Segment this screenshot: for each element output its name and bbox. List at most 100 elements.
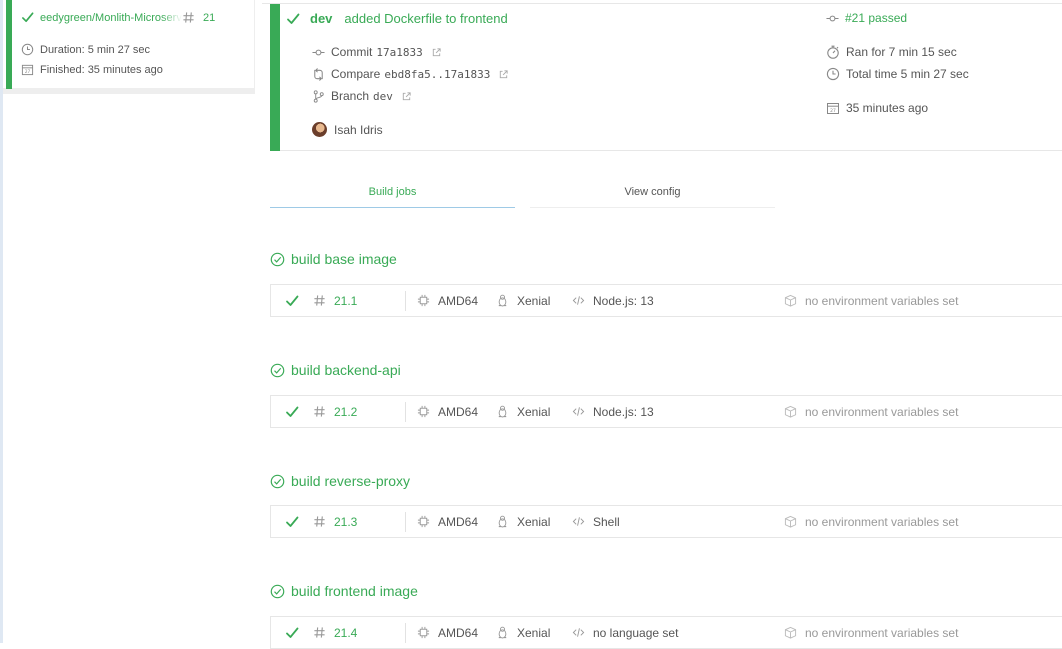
author-name: Isah Idris	[334, 122, 383, 137]
sidebar-duration-text: Duration: 5 min 27 sec	[40, 43, 151, 56]
stage-title: build backend-api	[270, 362, 401, 378]
check-icon	[285, 617, 299, 648]
code-icon	[572, 626, 585, 639]
job-arch-text: AMD64	[438, 625, 479, 640]
build-status[interactable]: #21 passed	[826, 11, 907, 25]
job-row[interactable]: 21.1 AMD64 Xenial Node.js: 13 no environ…	[270, 284, 1062, 317]
job-os-text: Xenial	[517, 293, 551, 308]
code-icon	[572, 405, 585, 418]
sidebar-build-card[interactable]: eedygreen/Monlith-Microservices 21 Durat…	[3, 0, 255, 94]
job-arch-text: AMD64	[438, 514, 479, 529]
linux-icon	[496, 515, 509, 528]
chip-icon	[417, 626, 430, 639]
job-os: Xenial	[496, 617, 550, 648]
job-arch-text: AMD64	[438, 293, 479, 308]
build-header: dev added Dockerfile to frontend Commit …	[270, 4, 1062, 151]
job-os: Xenial	[496, 285, 550, 316]
compare-row[interactable]: Compare ebd8fa5..17a1833	[312, 67, 509, 81]
job-env: no environment variables set	[784, 506, 958, 537]
job-language-text: no language set	[593, 625, 679, 640]
clock-icon	[826, 67, 840, 81]
sidebar-finished: Finished: 35 minutes ago	[21, 63, 163, 76]
stage-title: build reverse-proxy	[270, 473, 410, 489]
hash-icon	[313, 405, 326, 418]
stage-title-text: build frontend image	[291, 583, 418, 599]
branch-row[interactable]: Branch dev	[312, 89, 412, 103]
stage-title: build base image	[270, 251, 397, 267]
job-row[interactable]: 21.2 AMD64 Xenial Node.js: 13 no environ…	[270, 395, 1062, 428]
job-number[interactable]: 21.3	[313, 506, 357, 537]
job-language: Node.js: 13	[572, 285, 654, 316]
commit-row[interactable]: Commit 17a1833	[312, 45, 442, 59]
build-branch[interactable]: dev	[310, 11, 332, 26]
ran-for-text: Ran for 7 min 15 sec	[846, 45, 957, 59]
commit-message[interactable]: added Dockerfile to frontend	[344, 11, 507, 26]
job-language: Shell	[572, 506, 620, 537]
job-os-text: Xenial	[517, 625, 551, 640]
job-env-text: no environment variables set	[805, 293, 959, 308]
job-os-text: Xenial	[517, 514, 551, 529]
commit-label: Commit	[331, 45, 373, 59]
external-link-icon[interactable]	[498, 69, 509, 80]
branch-label: Branch	[331, 89, 370, 103]
hash-icon	[313, 626, 326, 639]
sidebar-build-number[interactable]: 21	[203, 12, 215, 24]
job-number-text[interactable]: 21.1	[334, 294, 357, 308]
job-language-text: Node.js: 13	[593, 293, 654, 308]
status-stripe	[6, 0, 12, 89]
job-env: no environment variables set	[784, 285, 958, 316]
stage-title-text: build backend-api	[291, 362, 401, 378]
box-icon	[784, 405, 797, 418]
chip-icon	[417, 294, 430, 307]
linux-icon	[496, 294, 509, 307]
job-row[interactable]: 21.4 AMD64 Xenial no language set no env…	[270, 616, 1062, 649]
code-icon	[572, 294, 585, 307]
job-number-text[interactable]: 21.4	[334, 626, 357, 640]
ran-for: Ran for 7 min 15 sec	[826, 45, 957, 59]
clock-icon	[21, 43, 34, 56]
job-number[interactable]: 21.1	[313, 285, 357, 316]
total-time-text: Total time 5 min 27 sec	[846, 67, 969, 81]
sidebar-duration: Duration: 5 min 27 sec	[21, 43, 150, 56]
calendar-icon	[826, 101, 840, 115]
stage-title: build frontend image	[270, 583, 418, 599]
job-arch: AMD64	[417, 506, 478, 537]
build-status-text[interactable]: #21 passed	[845, 11, 907, 25]
tab-build-jobs[interactable]: Build jobs	[270, 176, 515, 208]
sidebar-rail	[0, 0, 3, 643]
stage-title-text: build base image	[291, 251, 397, 267]
job-row[interactable]: 21.3 AMD64 Xenial Shell no environment v…	[270, 505, 1062, 538]
job-os-text: Xenial	[517, 404, 551, 419]
divider	[405, 402, 406, 422]
linux-icon	[496, 626, 509, 639]
linux-icon	[496, 405, 509, 418]
circle-check-icon	[270, 474, 285, 489]
job-number-text[interactable]: 21.3	[334, 515, 357, 529]
sidebar-repo-row[interactable]: eedygreen/Monlith-Microservices 21	[21, 11, 215, 24]
branch-name[interactable]: dev	[373, 90, 393, 103]
job-number[interactable]: 21.2	[313, 396, 357, 427]
avatar	[312, 122, 327, 137]
tab-view-config[interactable]: View config	[530, 176, 775, 208]
branch-icon	[312, 90, 325, 103]
box-icon	[784, 515, 797, 528]
external-link-icon[interactable]	[401, 91, 412, 102]
circle-check-icon	[270, 584, 285, 599]
job-env-text: no environment variables set	[805, 514, 959, 529]
commit-sha[interactable]: 17a1833	[376, 46, 422, 59]
check-icon	[21, 11, 34, 24]
finished-ago: 35 minutes ago	[826, 101, 928, 115]
job-number[interactable]: 21.4	[313, 617, 357, 648]
commit-icon	[312, 46, 325, 59]
compare-icon	[312, 68, 325, 81]
chip-icon	[417, 405, 430, 418]
job-env: no environment variables set	[784, 396, 958, 427]
external-link-icon[interactable]	[431, 47, 442, 58]
status-stripe	[270, 4, 280, 151]
divider	[405, 623, 406, 643]
job-number-text[interactable]: 21.2	[334, 405, 357, 419]
sidebar-repo-link[interactable]: eedygreen/Monlith-Microservices	[40, 12, 182, 24]
job-language: no language set	[572, 617, 678, 648]
job-arch: AMD64	[417, 285, 478, 316]
compare-range[interactable]: ebd8fa5..17a1833	[384, 68, 490, 81]
